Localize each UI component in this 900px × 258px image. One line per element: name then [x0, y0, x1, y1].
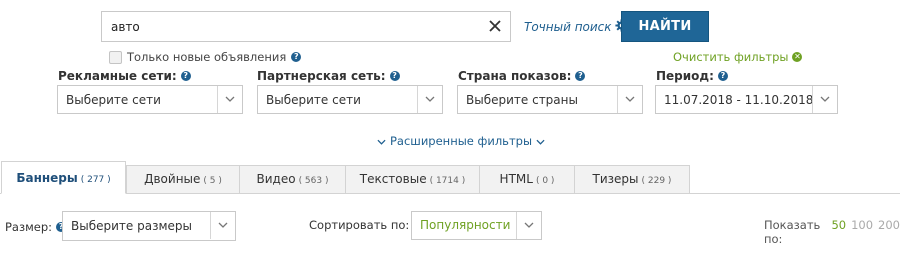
period-value: 11.07.2018 - 11.10.2018 — [664, 93, 814, 107]
advanced-filters-toggle[interactable]: Расширенные фильтры — [377, 134, 545, 148]
tab-label: Тизеры — [592, 172, 639, 186]
search-input[interactable] — [102, 12, 482, 41]
size-select[interactable]: Выберите размеры — [62, 211, 236, 241]
clear-filters-link[interactable]: Очистить фильтры ✕ — [673, 50, 803, 64]
chevron-down-icon — [210, 212, 235, 239]
partner-network-select[interactable]: Выберите сети — [257, 85, 443, 114]
advanced-filters-label: Расширенные фильтры — [390, 134, 533, 148]
period-label-text: Период: — [656, 69, 714, 83]
ad-networks-label-text: Рекламные сети: — [58, 69, 177, 83]
clear-icon: ✕ — [792, 52, 803, 62]
chevron-down-icon — [417, 86, 442, 113]
partner-network-label-text: Партнерская сеть: — [257, 69, 386, 83]
tab-label: Двойные — [144, 172, 201, 186]
size-filter-label: Размер: ? — [5, 220, 67, 234]
size-value: Выберите размеры — [71, 219, 192, 233]
only-new-label: Только новые объявления — [127, 50, 287, 64]
chevron-down-icon — [536, 134, 545, 148]
help-icon[interactable]: ? — [389, 71, 400, 81]
page-size-control: Показать по: 50 100 200 — [764, 218, 900, 246]
country-select[interactable]: Выберите страны — [457, 85, 643, 114]
help-icon[interactable]: ? — [717, 71, 728, 81]
tab-text[interactable]: Текстовые( 1714 ) — [345, 165, 480, 194]
size-label-text: Размер: — [5, 220, 53, 234]
country-value: Выберите страны — [466, 93, 578, 107]
ad-networks-value: Выберите сети — [66, 93, 161, 107]
chevron-down-icon — [617, 86, 642, 113]
tab-count: ( 5 ) — [203, 176, 222, 186]
tab-count: ( 277 ) — [80, 175, 111, 185]
tab-count: ( 563 ) — [298, 176, 329, 186]
tab-label: Видео — [256, 172, 296, 186]
ad-networks-label: Рекламные сети: ? — [58, 69, 191, 83]
tab-teasers[interactable]: Тизеры( 229 ) — [574, 165, 690, 194]
page-size-label: Показать по: — [764, 218, 821, 246]
page-size-option-100[interactable]: 100 — [851, 218, 873, 246]
clear-search-icon[interactable] — [487, 18, 503, 34]
sort-select[interactable]: Популярности — [411, 211, 542, 240]
sort-value: Популярности — [420, 218, 511, 232]
chevron-down-icon — [377, 134, 386, 148]
page-size-option-200[interactable]: 200 — [878, 218, 900, 246]
help-icon[interactable]: ? — [291, 52, 302, 62]
country-label: Страна показов: ? — [458, 69, 586, 83]
partner-network-value: Выберите сети — [266, 93, 361, 107]
sort-label-text: Сортировать по: — [309, 218, 410, 232]
ad-networks-select[interactable]: Выберите сети — [57, 85, 243, 114]
search-box — [101, 11, 511, 42]
help-icon[interactable]: ? — [575, 71, 586, 81]
exact-search-label: Точный поиск — [524, 20, 612, 34]
period-label: Период: ? — [656, 69, 728, 83]
tab-count: ( 0 ) — [535, 176, 555, 186]
tab-count: ( 229 ) — [641, 176, 672, 186]
tab-label: Текстовые — [359, 172, 427, 186]
country-label-text: Страна показов: — [458, 69, 572, 83]
partner-network-label: Партнерская сеть: ? — [257, 69, 400, 83]
page-size-option-50[interactable]: 50 — [831, 218, 846, 246]
period-select[interactable]: 11.07.2018 - 11.10.2018 — [655, 85, 838, 114]
only-new-row: Только новые объявления ? — [109, 50, 302, 64]
tab-label: HTML — [499, 172, 533, 186]
tab-count: ( 1714 ) — [429, 176, 466, 186]
help-icon[interactable]: ? — [180, 71, 191, 81]
sort-filter-label: Сортировать по: ? — [309, 218, 424, 232]
chevron-down-icon — [516, 212, 541, 239]
tab-label: Баннеры — [16, 171, 78, 185]
tab-double[interactable]: Двойные( 5 ) — [126, 165, 240, 194]
only-new-checkbox[interactable] — [109, 50, 122, 64]
search-button[interactable]: НАЙТИ — [621, 11, 709, 42]
chevron-down-icon — [812, 86, 837, 113]
tab-html[interactable]: HTML( 0 ) — [479, 165, 575, 194]
chevron-down-icon — [217, 86, 242, 113]
tab-banners[interactable]: Баннеры( 277 ) — [1, 161, 126, 194]
tab-video[interactable]: Видео( 563 ) — [239, 165, 346, 194]
clear-filters-label: Очистить фильтры — [673, 50, 789, 64]
exact-search-link[interactable]: Точный поиск — [524, 19, 628, 35]
